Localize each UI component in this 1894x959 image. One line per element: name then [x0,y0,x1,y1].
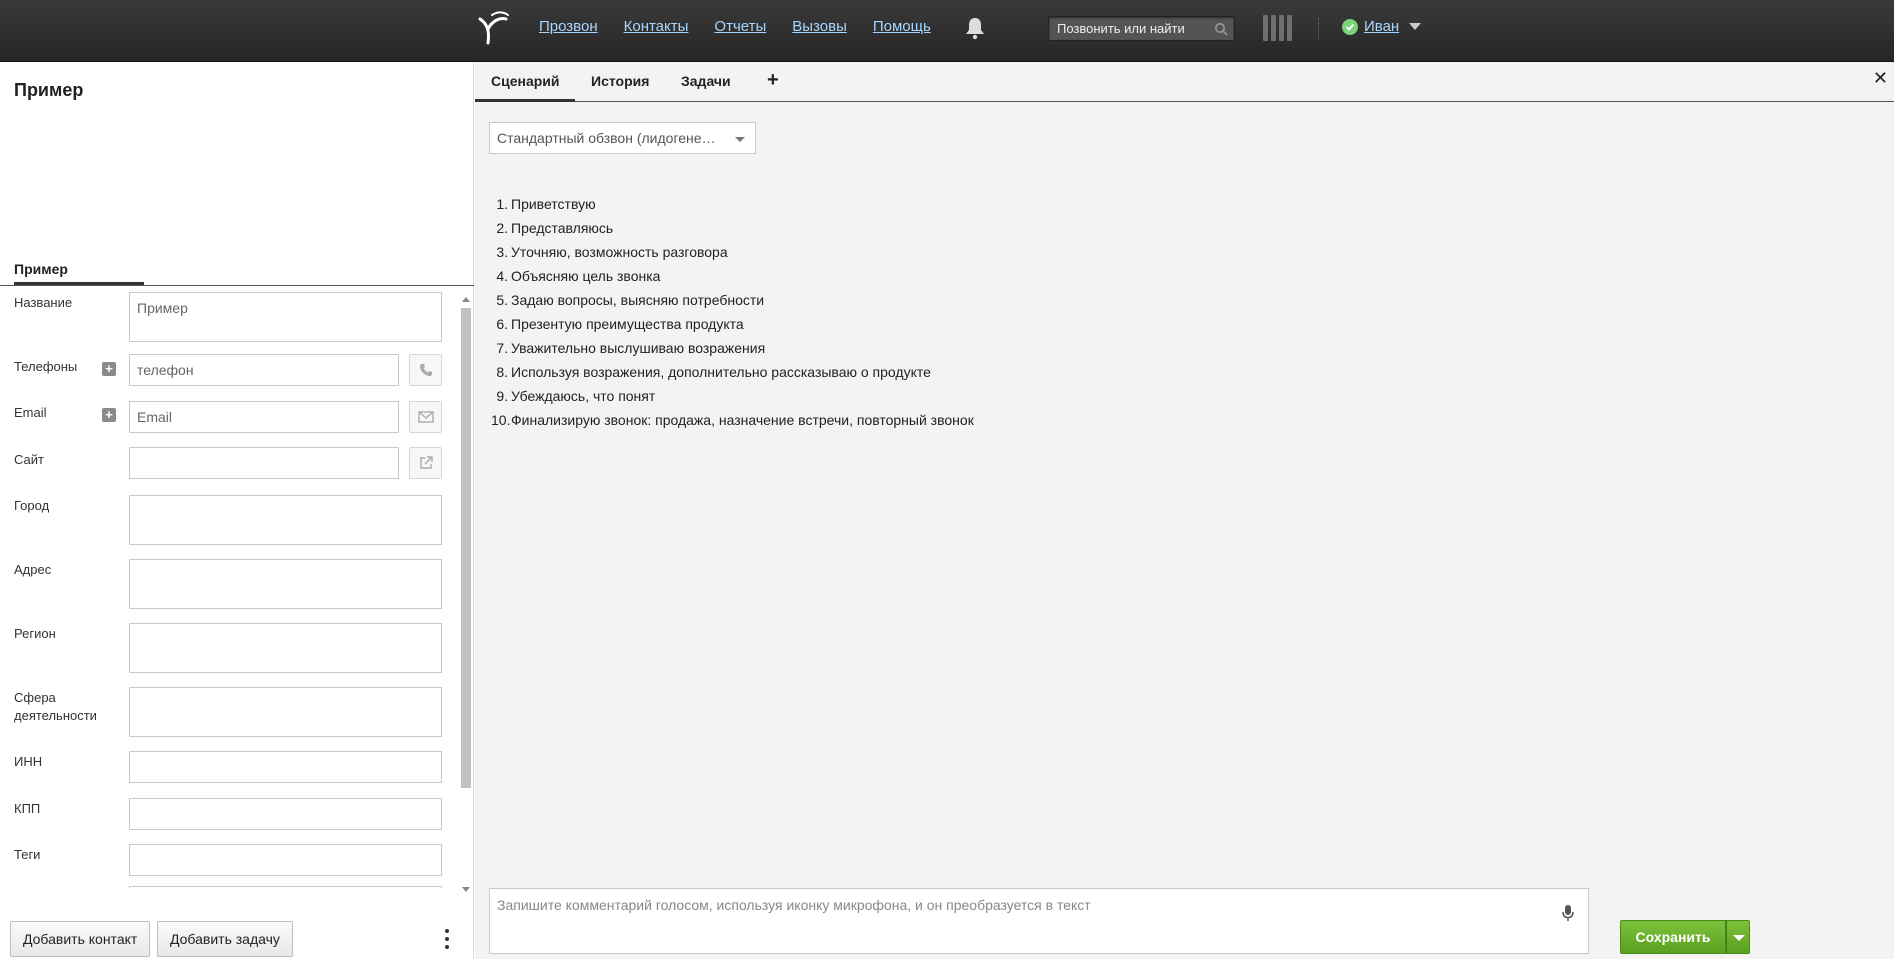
list-item: 3. Уточняю, возможность разговора [496,244,728,260]
add-tab-icon[interactable]: + [767,69,779,92]
close-icon[interactable]: ✕ [1873,68,1888,89]
chevron-down-icon[interactable] [1409,23,1422,30]
add-task-button[interactable]: Добавить задачу [157,921,293,957]
save-button-group: Сохранить [1620,920,1750,954]
address-field[interactable] [129,559,442,609]
list-item: 8. Используя возражения, дополнительно ра… [496,364,931,380]
contact-form: Название Пример Телефоны + телефон Email… [0,288,474,888]
field-label: Город [14,498,50,513]
logo-icon[interactable] [474,9,510,47]
nav-link-contacts[interactable]: Контакты [624,18,689,35]
external-link-icon [419,456,433,469]
list-item: 10.Финализирую звонок: продажа, назначен… [491,412,974,428]
comment-input[interactable]: Запишите комментарий голосом, используя … [489,888,1589,954]
name-field[interactable]: Пример [129,292,442,342]
user-menu[interactable]: Иван [1342,18,1422,35]
top-navigation-bar: Прозвон Контакты Отчеты Вызовы Помощь По… [0,0,1894,62]
tab-contact[interactable]: Пример [14,261,68,277]
workspace-panel: Сценарий История Задачи + ✕ Стандартный … [475,62,1894,959]
field-label: Сфера деятельности [14,690,97,723]
tags-field[interactable] [129,844,442,876]
field-label: ИНН [14,754,43,769]
tab-scenario[interactable]: Сценарий [491,73,560,89]
call-button[interactable] [409,354,442,386]
field-label: Email [14,405,47,420]
field-label: Сайт [14,452,44,467]
list-item: 4. Объясняю цель звонка [496,268,661,284]
workspace-tabs: Сценарий История Задачи + ✕ [475,62,1894,102]
chevron-down-icon [735,137,745,142]
tab-history[interactable]: История [591,73,649,89]
tab-divider [0,285,474,286]
envelope-icon [417,411,434,423]
contact-actions: Добавить контакт Добавить задачу [0,915,474,959]
script-select-value: Стандартный обзвон (лидогене… [497,130,716,146]
save-button[interactable]: Сохранить [1620,920,1726,954]
bell-icon[interactable] [963,16,987,40]
kpp-field[interactable] [129,798,442,830]
columns-icon[interactable] [1263,15,1292,41]
list-item: 2. Представляюсь [496,220,614,236]
chevron-down-icon [1733,935,1745,941]
search-input[interactable]: Позвонить или найти [1048,16,1235,41]
tab-tasks[interactable]: Задачи [681,73,731,89]
site-field[interactable] [129,447,399,479]
search-placeholder: Позвонить или найти [1057,21,1185,36]
list-item: 6. Презентую преимущества продукта [496,316,744,332]
field-label: Название [14,295,73,310]
form-scrollbar[interactable] [460,294,472,894]
list-item: 9. Убеждаюсь, что понят [496,388,656,404]
nav-link-help[interactable]: Помощь [873,18,931,35]
region-field[interactable] [129,623,442,673]
scroll-down-icon[interactable] [462,887,470,892]
inn-field[interactable] [129,751,442,783]
phone-field[interactable]: телефон [129,354,399,386]
nav-link-prozvon[interactable]: Прозвон [539,18,598,35]
microphone-icon[interactable] [1562,904,1574,922]
search-icon[interactable] [1214,22,1228,36]
email-field[interactable]: Email [129,401,399,433]
comment-placeholder: Запишите комментарий голосом, используя … [497,897,1091,913]
field-label: КПП [14,801,41,816]
send-email-button[interactable] [409,401,442,433]
add-phone-icon[interactable]: + [102,362,116,376]
list-item: 1. Приветствую [496,196,596,212]
sphere-field[interactable] [129,687,442,737]
open-site-button[interactable] [409,447,442,479]
save-options-button[interactable] [1726,920,1750,954]
next-field[interactable] [129,886,442,888]
script-steps: 1. Приветствую 2. Представляюсь 3. Уточняю,… [491,192,974,432]
field-label: Адрес [14,562,52,577]
add-contact-button[interactable]: Добавить контакт [10,921,151,957]
more-options-icon[interactable] [444,929,450,949]
divider [1318,18,1319,40]
status-online-icon [1342,18,1358,35]
city-field[interactable] [129,495,442,545]
add-email-icon[interactable]: + [102,408,116,422]
user-name-link[interactable]: Иван [1364,18,1399,35]
contact-panel: Пример Пример Название Пример Телефоны +… [0,62,474,959]
scroll-thumb[interactable] [461,308,471,788]
field-label: Теги [14,847,41,862]
active-tab-indicator [475,99,575,102]
main-nav: Прозвон Контакты Отчеты Вызовы Помощь [539,18,957,35]
field-label: Телефоны [14,359,78,374]
contact-title: Пример [14,80,84,100]
field-label: Регион [14,626,56,641]
list-item: 7. Уважительно выслушиваю возражения [496,340,766,356]
script-select[interactable]: Стандартный обзвон (лидогене… [489,122,756,154]
phone-icon [419,364,432,376]
nav-link-calls[interactable]: Вызовы [792,18,847,35]
list-item: 5. Задаю вопросы, выясняю потребности [496,292,765,308]
nav-link-reports[interactable]: Отчеты [714,18,766,35]
scroll-up-icon[interactable] [462,297,470,302]
